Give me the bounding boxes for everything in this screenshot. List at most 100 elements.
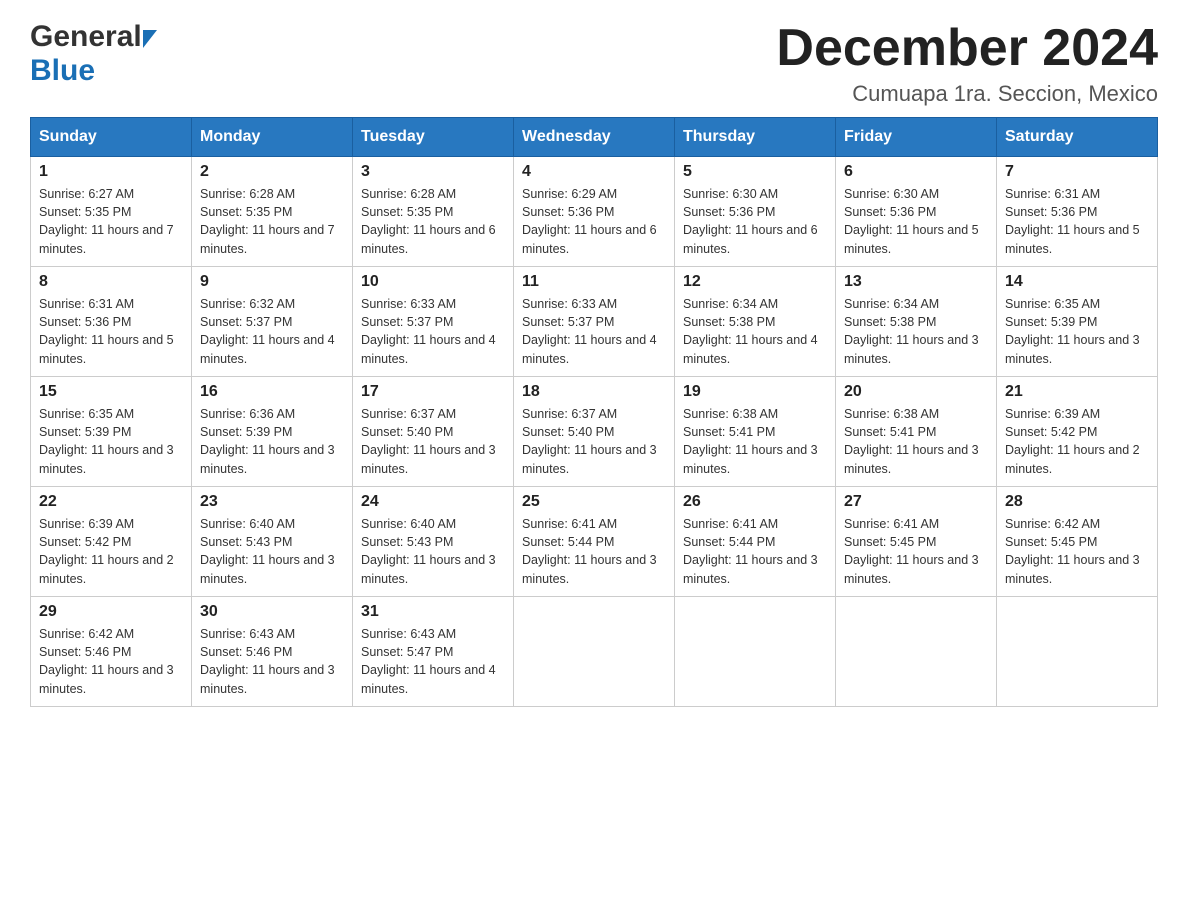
day-number: 17 [361, 383, 505, 401]
day-number: 20 [844, 383, 988, 401]
day-number: 13 [844, 273, 988, 291]
calendar-cell: 7 Sunrise: 6:31 AMSunset: 5:36 PMDaylight… [997, 157, 1158, 267]
day-number: 10 [361, 273, 505, 291]
day-number: 11 [522, 273, 666, 291]
weekday-header-row: SundayMondayTuesdayWednesdayThursdayFrid… [31, 118, 1158, 157]
calendar-cell: 30Sunrise: 6:43 AMSunset: 5:46 PMDayligh… [192, 597, 353, 707]
day-number: 26 [683, 493, 827, 511]
day-number: 8 [39, 273, 183, 291]
day-info: Sunrise: 6:31 AMSunset: 5:36 PMDaylight:… [39, 295, 183, 368]
calendar-cell: 10 Sunrise: 6:33 AMSunset: 5:37 PMDayligh… [353, 267, 514, 377]
calendar-week-row: 22 Sunrise: 6:39 AMSunset: 5:42 PMDayligh… [31, 487, 1158, 597]
calendar-cell: 19 Sunrise: 6:38 AMSunset: 5:41 PMDayligh… [675, 377, 836, 487]
day-info: Sunrise: 6:40 AMSunset: 5:43 PMDaylight:… [200, 515, 344, 588]
calendar-cell: 16Sunrise: 6:36 AMSunset: 5:39 PMDayligh… [192, 377, 353, 487]
weekday-header-thursday: Thursday [675, 118, 836, 157]
day-info: Sunrise: 6:33 AMSunset: 5:37 PMDaylight:… [361, 295, 505, 368]
day-number: 28 [1005, 493, 1149, 511]
calendar-week-row: 8 Sunrise: 6:31 AMSunset: 5:36 PMDaylight… [31, 267, 1158, 377]
calendar-week-row: 29 Sunrise: 6:42 AMSunset: 5:46 PMDayligh… [31, 597, 1158, 707]
weekday-header-friday: Friday [836, 118, 997, 157]
day-info: Sunrise: 6:32 AMSunset: 5:37 PMDaylight:… [200, 295, 344, 368]
day-number: 19 [683, 383, 827, 401]
day-info: Sunrise: 6:37 AMSunset: 5:40 PMDaylight:… [522, 405, 666, 478]
calendar-week-row: 15 Sunrise: 6:35 AMSunset: 5:39 PMDayligh… [31, 377, 1158, 487]
day-number: 14 [1005, 273, 1149, 291]
calendar-cell: 1 Sunrise: 6:27 AMSunset: 5:35 PMDaylight… [31, 157, 192, 267]
calendar-cell: 22 Sunrise: 6:39 AMSunset: 5:42 PMDayligh… [31, 487, 192, 597]
calendar-cell: 23 Sunrise: 6:40 AMSunset: 5:43 PMDayligh… [192, 487, 353, 597]
calendar-table: SundayMondayTuesdayWednesdayThursdayFrid… [30, 117, 1158, 707]
location-subtitle: Cumuapa 1ra. Seccion, Mexico [776, 81, 1158, 107]
day-info: Sunrise: 6:30 AMSunset: 5:36 PMDaylight:… [844, 185, 988, 258]
weekday-header-monday: Monday [192, 118, 353, 157]
day-number: 21 [1005, 383, 1149, 401]
day-number: 1 [39, 163, 183, 181]
day-number: 23 [200, 493, 344, 511]
calendar-cell: 9 Sunrise: 6:32 AMSunset: 5:37 PMDaylight… [192, 267, 353, 377]
calendar-cell: 18 Sunrise: 6:37 AMSunset: 5:40 PMDayligh… [514, 377, 675, 487]
calendar-cell: 3 Sunrise: 6:28 AMSunset: 5:35 PMDaylight… [353, 157, 514, 267]
calendar-cell: 8 Sunrise: 6:31 AMSunset: 5:36 PMDaylight… [31, 267, 192, 377]
weekday-header-sunday: Sunday [31, 118, 192, 157]
calendar-cell: 20 Sunrise: 6:38 AMSunset: 5:41 PMDayligh… [836, 377, 997, 487]
day-info: Sunrise: 6:42 AMSunset: 5:45 PMDaylight:… [1005, 515, 1149, 588]
calendar-cell: 4 Sunrise: 6:29 AMSunset: 5:36 PMDaylight… [514, 157, 675, 267]
day-info: Sunrise: 6:28 AMSunset: 5:35 PMDaylight:… [361, 185, 505, 258]
calendar-cell: 2 Sunrise: 6:28 AMSunset: 5:35 PMDaylight… [192, 157, 353, 267]
day-number: 12 [683, 273, 827, 291]
calendar-cell: 29 Sunrise: 6:42 AMSunset: 5:46 PMDayligh… [31, 597, 192, 707]
calendar-cell [514, 597, 675, 707]
day-info: Sunrise: 6:38 AMSunset: 5:41 PMDaylight:… [683, 405, 827, 478]
calendar-cell: 12Sunrise: 6:34 AMSunset: 5:38 PMDayligh… [675, 267, 836, 377]
day-info: Sunrise: 6:39 AMSunset: 5:42 PMDaylight:… [1005, 405, 1149, 478]
day-number: 2 [200, 163, 344, 181]
weekday-header-saturday: Saturday [997, 118, 1158, 157]
calendar-cell: 26 Sunrise: 6:41 AMSunset: 5:44 PMDayligh… [675, 487, 836, 597]
day-number: 27 [844, 493, 988, 511]
day-info: Sunrise: 6:33 AMSunset: 5:37 PMDaylight:… [522, 295, 666, 368]
day-number: 3 [361, 163, 505, 181]
weekday-header-tuesday: Tuesday [353, 118, 514, 157]
day-number: 18 [522, 383, 666, 401]
day-info: Sunrise: 6:31 AMSunset: 5:36 PMDaylight:… [1005, 185, 1149, 258]
day-number: 29 [39, 603, 183, 621]
day-info: Sunrise: 6:34 AMSunset: 5:38 PMDaylight:… [844, 295, 988, 368]
day-info: Sunrise: 6:38 AMSunset: 5:41 PMDaylight:… [844, 405, 988, 478]
calendar-cell: 6 Sunrise: 6:30 AMSunset: 5:36 PMDaylight… [836, 157, 997, 267]
day-info: Sunrise: 6:37 AMSunset: 5:40 PMDaylight:… [361, 405, 505, 478]
calendar-week-row: 1 Sunrise: 6:27 AMSunset: 5:35 PMDaylight… [31, 157, 1158, 267]
day-number: 30 [200, 603, 344, 621]
day-number: 7 [1005, 163, 1149, 181]
day-number: 22 [39, 493, 183, 511]
calendar-cell: 14 Sunrise: 6:35 AMSunset: 5:39 PMDayligh… [997, 267, 1158, 377]
day-info: Sunrise: 6:41 AMSunset: 5:44 PMDaylight:… [683, 515, 827, 588]
month-title: December 2024 [776, 20, 1158, 77]
logo-general-text: General [30, 20, 142, 54]
day-info: Sunrise: 6:36 AMSunset: 5:39 PMDaylight:… [200, 405, 344, 478]
day-info: Sunrise: 6:42 AMSunset: 5:46 PMDaylight:… [39, 625, 183, 698]
day-info: Sunrise: 6:29 AMSunset: 5:36 PMDaylight:… [522, 185, 666, 258]
day-number: 25 [522, 493, 666, 511]
calendar-cell: 11 Sunrise: 6:33 AMSunset: 5:37 PMDayligh… [514, 267, 675, 377]
calendar-cell: 28 Sunrise: 6:42 AMSunset: 5:45 PMDayligh… [997, 487, 1158, 597]
calendar-cell: 17 Sunrise: 6:37 AMSunset: 5:40 PMDayligh… [353, 377, 514, 487]
calendar-cell: 21 Sunrise: 6:39 AMSunset: 5:42 PMDayligh… [997, 377, 1158, 487]
day-info: Sunrise: 6:41 AMSunset: 5:44 PMDaylight:… [522, 515, 666, 588]
day-number: 15 [39, 383, 183, 401]
calendar-cell: 5Sunrise: 6:30 AMSunset: 5:36 PMDaylight… [675, 157, 836, 267]
day-info: Sunrise: 6:39 AMSunset: 5:42 PMDaylight:… [39, 515, 183, 588]
day-info: Sunrise: 6:35 AMSunset: 5:39 PMDaylight:… [1005, 295, 1149, 368]
day-number: 9 [200, 273, 344, 291]
weekday-header-wednesday: Wednesday [514, 118, 675, 157]
day-number: 6 [844, 163, 988, 181]
day-number: 4 [522, 163, 666, 181]
calendar-cell: 27 Sunrise: 6:41 AMSunset: 5:45 PMDayligh… [836, 487, 997, 597]
day-info: Sunrise: 6:27 AMSunset: 5:35 PMDaylight:… [39, 185, 183, 258]
day-info: Sunrise: 6:28 AMSunset: 5:35 PMDaylight:… [200, 185, 344, 258]
calendar-cell [675, 597, 836, 707]
day-number: 24 [361, 493, 505, 511]
day-info: Sunrise: 6:41 AMSunset: 5:45 PMDaylight:… [844, 515, 988, 588]
day-info: Sunrise: 6:35 AMSunset: 5:39 PMDaylight:… [39, 405, 183, 478]
logo-triangle-icon [143, 30, 157, 48]
